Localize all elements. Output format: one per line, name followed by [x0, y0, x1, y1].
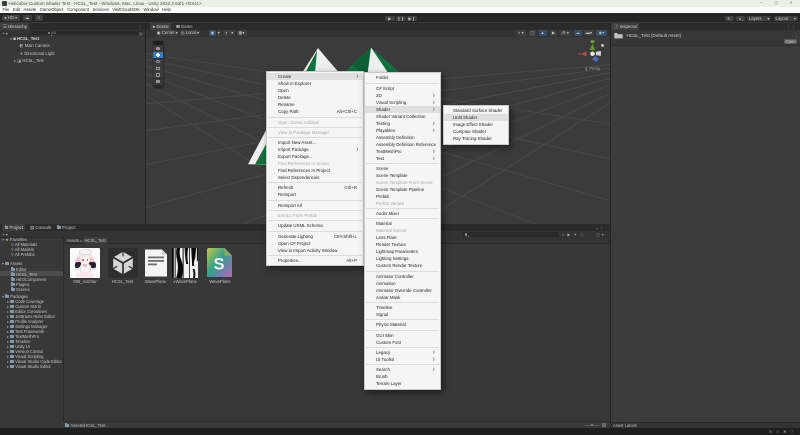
svg-text:❮ Persp: ❮ Persp	[585, 66, 601, 71]
svg-text:S: S	[213, 255, 224, 273]
